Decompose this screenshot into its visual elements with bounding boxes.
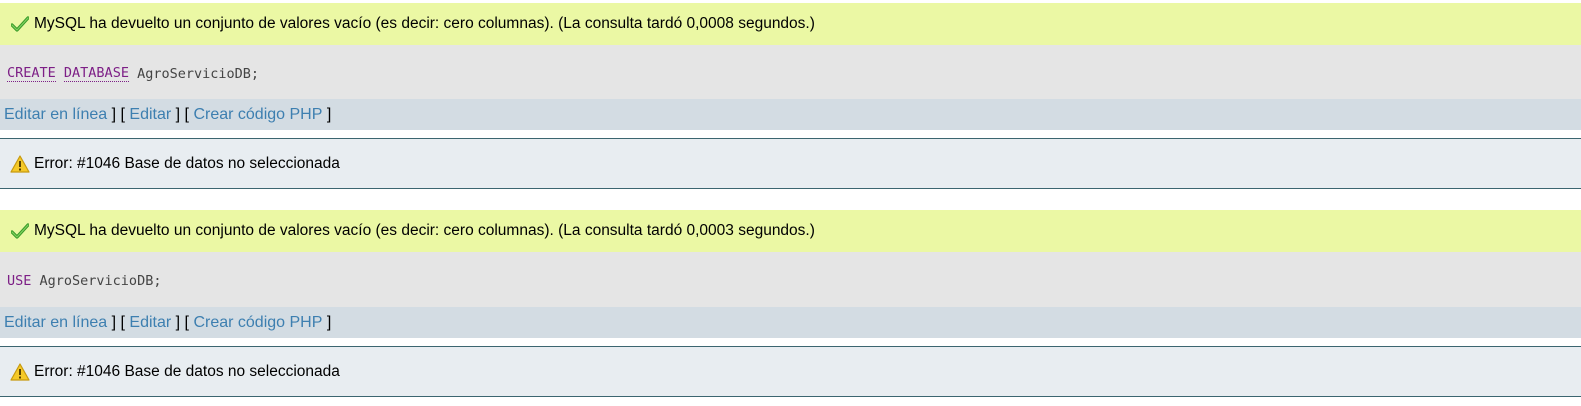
edit-link[interactable]: Editar — [129, 106, 171, 124]
sql-keyword[interactable]: DATABASE — [63, 65, 129, 82]
warning-icon — [10, 154, 30, 173]
error-message-1: Error: #1046 Base de datos no selecciona… — [0, 138, 1581, 189]
sql-identifier: AgroServicioDB; — [39, 272, 162, 289]
success-message-2: MySQL ha devuelto un conjunto de valores… — [0, 210, 1581, 252]
bracket-separator: ] [ — [171, 313, 194, 331]
bracket-separator: ] [ — [107, 313, 130, 331]
success-text: MySQL ha devuelto un conjunto de valores… — [34, 15, 815, 32]
warning-icon — [10, 362, 30, 381]
edit-link[interactable]: Editar — [129, 314, 171, 332]
check-icon — [11, 223, 29, 239]
success-text: MySQL ha devuelto un conjunto de valores… — [34, 222, 815, 239]
sql-query-2: USE AgroServicioDB; — [0, 252, 1581, 309]
create-php-code-link[interactable]: Crear código PHP — [193, 314, 322, 332]
check-icon — [11, 16, 29, 32]
bracket-separator: ] [ — [171, 105, 194, 123]
sql-query-1: CREATE DATABASE AgroServicioDB; — [0, 45, 1581, 102]
bracket-separator: ] — [322, 313, 332, 331]
error-text: Error: #1046 Base de datos no selecciona… — [34, 362, 340, 380]
bracket-separator: ] [ — [107, 105, 130, 123]
sql-keyword: USE — [7, 272, 32, 289]
inline-edit-link[interactable]: Editar en línea — [4, 314, 107, 332]
inline-edit-link[interactable]: Editar en línea — [4, 106, 107, 124]
query-actions-2: Editar en línea ] [ Editar ] [ Crear cód… — [0, 307, 1581, 338]
create-php-code-link[interactable]: Crear código PHP — [193, 106, 322, 124]
success-message-1: MySQL ha devuelto un conjunto de valores… — [0, 3, 1581, 45]
sql-keyword[interactable]: CREATE — [7, 65, 56, 82]
query-actions-1: Editar en línea ] [ Editar ] [ Crear cód… — [0, 99, 1581, 130]
sql-identifier: AgroServicioDB; — [137, 65, 260, 82]
error-text: Error: #1046 Base de datos no selecciona… — [34, 154, 340, 172]
bracket-separator: ] — [322, 105, 332, 123]
error-message-2: Error: #1046 Base de datos no selecciona… — [0, 346, 1581, 397]
